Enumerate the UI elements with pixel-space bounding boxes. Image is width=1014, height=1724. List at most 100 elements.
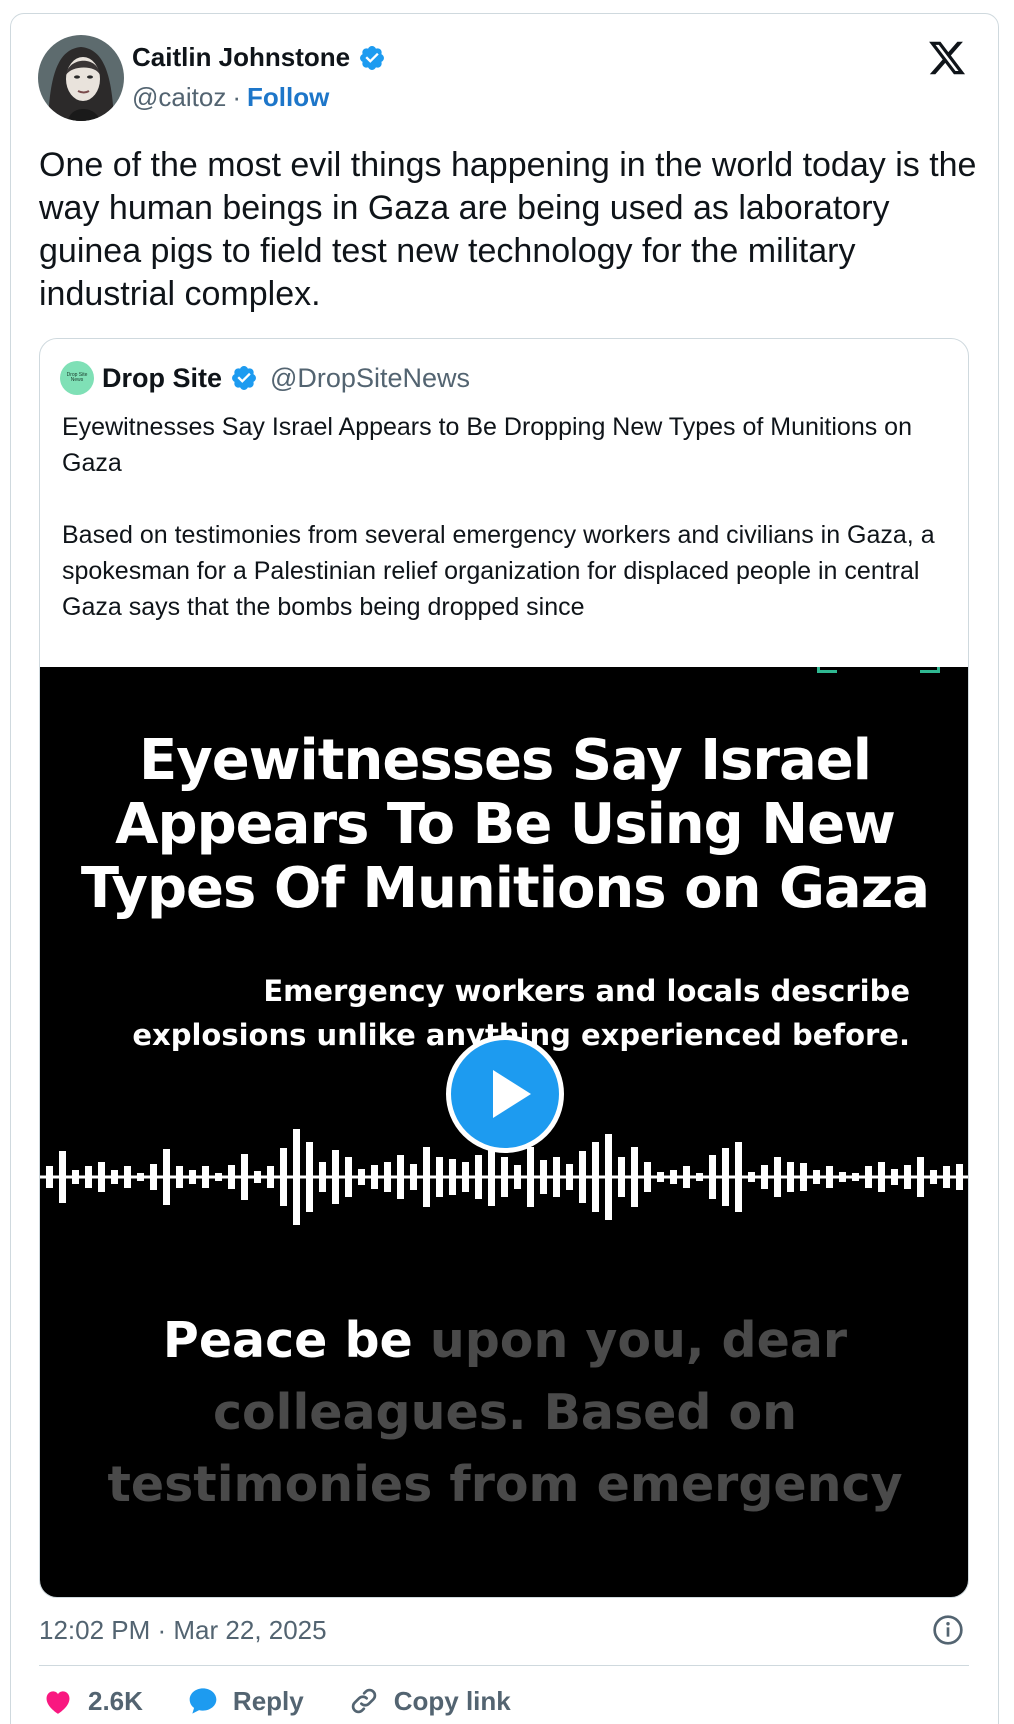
waveform-bar	[163, 1149, 170, 1205]
video-player[interactable]: Eyewitnesses Say Israel Appears To Be Us…	[40, 667, 968, 1597]
waveform-bar	[228, 1165, 235, 1189]
waveform-bar	[98, 1162, 105, 1192]
waveform-bar	[904, 1165, 911, 1189]
waveform-bar	[436, 1157, 443, 1197]
quoted-body: Based on testimonies from several emerge…	[62, 521, 935, 621]
waveform-bar	[592, 1142, 599, 1212]
waveform-bar	[696, 1173, 703, 1181]
waveform-bar	[176, 1166, 183, 1188]
waveform-bar	[488, 1148, 495, 1206]
waveform-bar	[371, 1165, 378, 1189]
waveform-bar	[150, 1164, 157, 1190]
waveform-bar	[215, 1173, 222, 1181]
play-button[interactable]	[446, 1035, 564, 1153]
waveform-bar	[670, 1170, 677, 1184]
author-handle[interactable]: @caitoz	[132, 82, 226, 113]
frame-bracket-left	[817, 667, 837, 673]
action-bar: 2.6K Reply Copy link	[42, 1685, 555, 1717]
play-icon	[493, 1070, 531, 1118]
quoted-avatar[interactable]: Drop Site News	[60, 361, 94, 395]
waveform-bar	[202, 1166, 209, 1188]
waveform-bar	[345, 1157, 352, 1197]
author-avatar[interactable]	[38, 35, 124, 121]
quoted-tweet[interactable]: Drop Site News Drop Site @DropSiteNews E…	[39, 338, 969, 1598]
waveform-bar	[332, 1150, 339, 1204]
waveform-bar	[527, 1147, 534, 1207]
waveform-bar	[384, 1162, 391, 1192]
waveform-bar	[852, 1173, 859, 1181]
waveform-bar	[553, 1157, 560, 1197]
waveform-bar	[358, 1169, 365, 1185]
waveform-bar	[813, 1170, 820, 1184]
waveform-bar	[189, 1170, 196, 1184]
waveform-bar	[761, 1165, 768, 1189]
waveform-bar	[137, 1173, 144, 1181]
quoted-verified-badge-icon	[232, 366, 256, 390]
verified-badge-icon	[360, 45, 385, 70]
reply-label: Reply	[232, 1685, 304, 1716]
waveform-bar	[319, 1162, 326, 1192]
waveform-bar	[774, 1157, 781, 1197]
frame-bracket-right	[920, 667, 940, 673]
quoted-handle[interactable]: @DropSiteNews	[270, 363, 470, 394]
waveform-bar	[748, 1172, 755, 1182]
waveform-bar	[85, 1166, 92, 1188]
waveform-bar	[514, 1165, 521, 1189]
like-button[interactable]: 2.6K	[42, 1685, 143, 1717]
link-icon	[351, 1688, 376, 1714]
waveform-bar	[449, 1159, 456, 1195]
quoted-avatar-text: Drop Site News	[66, 372, 88, 383]
info-icon[interactable]	[932, 1614, 964, 1646]
waveform-bar	[72, 1170, 79, 1184]
waveform-bar	[865, 1166, 872, 1188]
waveform-bar	[462, 1162, 469, 1192]
waveform-bar	[241, 1154, 248, 1200]
follow-button[interactable]: Follow	[247, 82, 329, 113]
reply-button[interactable]: Reply	[187, 1685, 304, 1717]
waveform-bar	[566, 1164, 573, 1190]
waveform-bar	[59, 1151, 66, 1203]
waveform-bar	[618, 1157, 625, 1197]
waveform-bar	[306, 1142, 313, 1212]
tweet-text: One of the most evil things happening in…	[39, 146, 977, 313]
waveform-bar	[917, 1157, 924, 1197]
heart-icon	[46, 1691, 70, 1714]
waveform-bar	[397, 1155, 404, 1199]
quoted-name[interactable]: Drop Site	[102, 363, 222, 394]
waveform-bar	[111, 1170, 118, 1184]
waveform-bar	[501, 1157, 508, 1197]
waveform-bar	[683, 1166, 690, 1188]
waveform-bar	[293, 1129, 300, 1225]
waveform-bar	[930, 1170, 937, 1184]
waveform-bar	[254, 1171, 261, 1183]
like-count: 2.6K	[88, 1685, 143, 1716]
waveform-bar	[475, 1155, 482, 1199]
waveform-bar	[839, 1172, 846, 1182]
copy-link-button[interactable]: Copy link	[348, 1685, 511, 1717]
waveform-bar	[722, 1148, 729, 1206]
author-name[interactable]: Caitlin Johnstone	[132, 42, 350, 73]
video-caption: Peace be upon you, dear colleagues. Base…	[100, 1305, 910, 1521]
author-name-row: Caitlin Johnstone	[132, 42, 386, 73]
waveform-bar	[878, 1162, 885, 1192]
waveform-bar	[787, 1162, 794, 1192]
waveform-bar	[423, 1147, 430, 1207]
waveform-bar	[657, 1172, 664, 1182]
waveform-bar	[943, 1166, 950, 1188]
x-logo-icon[interactable]	[926, 38, 968, 78]
waveform-bar	[735, 1142, 742, 1212]
caption-spoken: Peace be	[162, 1312, 413, 1369]
waveform-bar	[579, 1151, 586, 1203]
waveform-bar	[800, 1163, 807, 1191]
divider	[39, 1665, 969, 1666]
waveform-bar	[410, 1164, 417, 1190]
quoted-header: Drop Site News Drop Site @DropSiteNews	[60, 361, 470, 395]
copy-link-label: Copy link	[393, 1685, 511, 1716]
waveform-bar	[956, 1164, 963, 1190]
handle-separator: ·	[232, 82, 241, 112]
waveform-bar	[644, 1162, 651, 1192]
tweet-timestamp[interactable]: 12:02 PM · Mar 22, 2025	[39, 1615, 327, 1646]
video-headline: Eyewitnesses Say Israel Appears To Be Us…	[80, 728, 930, 921]
reply-bubble-icon	[189, 1688, 217, 1714]
waveform-bar	[605, 1134, 612, 1220]
